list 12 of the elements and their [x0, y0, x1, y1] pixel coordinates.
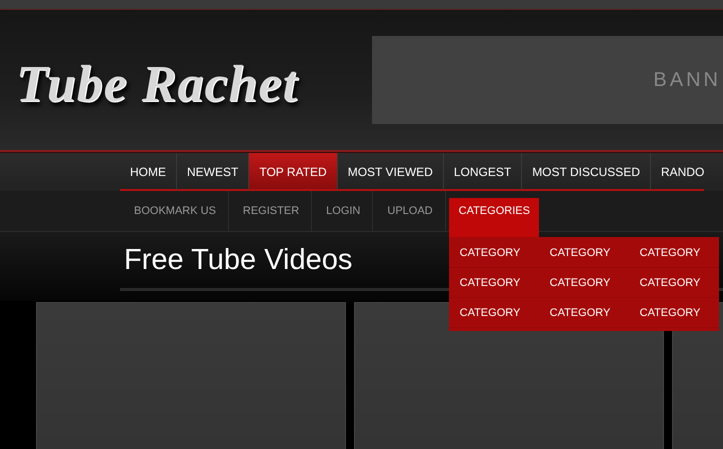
banner-text: BANN: [653, 68, 722, 92]
sub-nav-link[interactable]: REGISTER: [228, 191, 312, 231]
site-logo[interactable]: Tube Rachet: [16, 50, 356, 120]
video-thumbnail[interactable]: [36, 302, 346, 449]
sub-nav-link[interactable]: UPLOAD: [373, 191, 446, 231]
menu-item[interactable]: CATEGORY: [538, 238, 629, 268]
nav-tab[interactable]: TOP RATED: [249, 153, 338, 191]
menu-item[interactable]: CATEGORY: [538, 298, 629, 328]
sub-nav-link[interactable]: BOOKMARK US: [120, 191, 229, 231]
sub-nav-link[interactable]: CATEGORIES: [448, 198, 539, 237]
sub-nav-link[interactable]: LOGIN: [312, 191, 374, 231]
menu-item[interactable]: CATEGORY: [538, 268, 629, 298]
